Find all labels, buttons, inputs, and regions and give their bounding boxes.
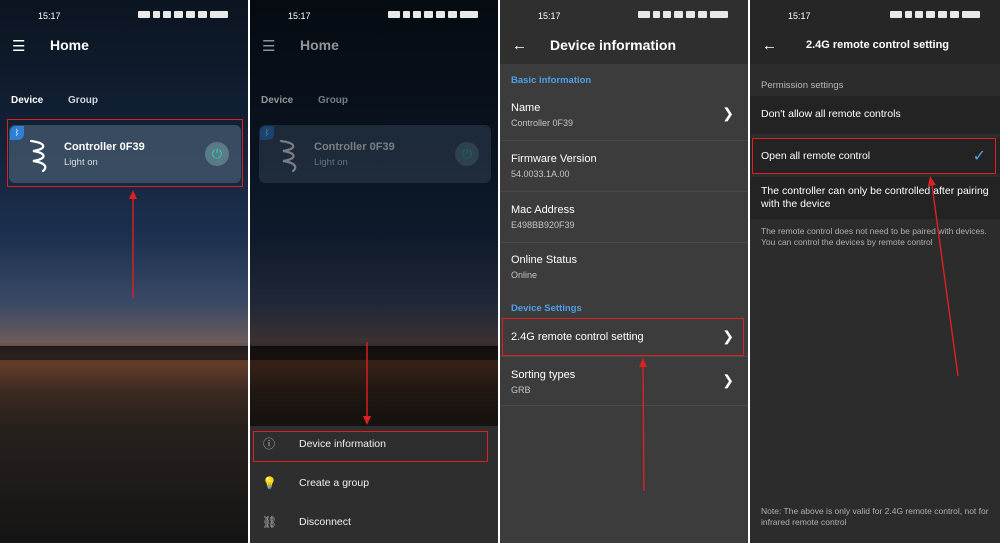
highlight-box — [7, 119, 243, 187]
status-icons — [138, 11, 228, 18]
app-header: ☰ Home — [0, 34, 248, 58]
app-header: ← Device information — [500, 34, 748, 58]
tab-bar: Device Group — [261, 95, 370, 106]
tab-bar: Device Group — [11, 95, 120, 106]
screen-home: 15:17 ☰ Home Device Group ᛒ Controller 0… — [0, 0, 248, 543]
tab-group[interactable]: Group — [68, 95, 98, 106]
menu-item-disconnect[interactable]: ⛓ Disconnect — [250, 504, 498, 542]
info-row-name[interactable]: Name Controller 0F39 ❯ — [500, 90, 748, 141]
tab-device[interactable]: Device — [261, 95, 293, 106]
status-bar: 15:17 — [250, 10, 498, 24]
footnote: Note: The above is only valid for 2.4G r… — [761, 506, 989, 527]
status-icons — [638, 11, 728, 18]
status-icons — [890, 11, 980, 18]
row-value: E498BB920F39 — [511, 220, 575, 230]
row-title: Sorting types — [511, 369, 576, 381]
row-title: Online Status — [511, 254, 578, 266]
annotation-arrow — [129, 190, 137, 298]
tab-group[interactable]: Group — [318, 95, 348, 106]
row-title: Mac Address — [511, 204, 575, 216]
status-bar: 15:17 — [0, 10, 248, 24]
status-time: 15:17 — [538, 11, 561, 21]
info-row-firmware: Firmware Version 54.0033.1A.00 — [500, 141, 748, 192]
status-time: 15:17 — [788, 11, 811, 21]
page-title: Device information — [550, 37, 677, 53]
option-disallow-all[interactable]: Don't allow all remote controls — [750, 96, 1000, 134]
row-value: Controller 0F39 — [511, 118, 574, 128]
device-card[interactable]: ᛒ Controller 0F39 Light on ⏻ — [259, 125, 491, 183]
status-time: 15:17 — [38, 11, 61, 21]
highlight-box — [253, 431, 488, 462]
chevron-right-icon: ❯ — [722, 372, 734, 388]
power-button[interactable]: ⏻ — [455, 142, 479, 166]
row-value: GRB — [511, 385, 531, 395]
page-title: 2.4G remote control setting — [806, 39, 950, 51]
device-name: Controller 0F39 — [314, 141, 395, 153]
chevron-right-icon: ❯ — [722, 105, 734, 121]
screen-home-menu: 15:17 ☰ Home Device Group ᛒ Controller 0… — [250, 0, 498, 543]
option-label: Don't allow all remote controls — [761, 108, 901, 120]
page-title: Home — [300, 37, 339, 53]
back-arrow-icon[interactable]: ← — [762, 37, 777, 54]
highlight-box — [502, 318, 744, 356]
annotation-arrow — [363, 342, 371, 425]
section-header-basic: Basic information — [511, 75, 592, 86]
led-strip-icon — [279, 139, 297, 173]
row-title: Firmware Version — [511, 153, 597, 165]
menu-item-label: Disconnect — [299, 516, 351, 528]
row-value: 54.0033.1A.00 — [511, 169, 570, 179]
lightbulb-icon: 💡 — [262, 476, 277, 490]
night-lake-background — [0, 0, 248, 543]
annotation-arrow — [928, 176, 959, 377]
screen-device-information: 15:17 ← Device information Basic informa… — [500, 0, 748, 543]
bluetooth-icon: ᛒ — [260, 126, 274, 140]
status-bar: 15:17 — [500, 10, 748, 24]
menu-item-create-group[interactable]: 💡 Create a group — [250, 465, 498, 503]
status-time: 15:17 — [288, 11, 311, 21]
unlink-icon: ⛓ — [262, 515, 278, 529]
hamburger-menu-icon[interactable]: ☰ — [262, 37, 275, 55]
page-title: Home — [50, 37, 89, 53]
status-bar: 15:17 — [750, 10, 1000, 24]
section-header-settings: Device Settings — [511, 303, 582, 314]
status-icons — [388, 11, 478, 18]
device-status: Light on — [314, 157, 348, 168]
tab-device[interactable]: Device — [11, 95, 43, 106]
back-arrow-icon[interactable]: ← — [512, 37, 527, 54]
app-header: ← 2.4G remote control setting — [750, 34, 1000, 58]
highlight-box — [752, 138, 996, 174]
row-title: Name — [511, 102, 541, 114]
app-header: ☰ Home — [250, 34, 498, 58]
option-pair-only[interactable]: The controller can only be controlled af… — [750, 177, 1000, 219]
permission-settings-label: Permission settings — [761, 80, 844, 91]
annotation-arrow — [639, 358, 647, 492]
info-row-online: Online Status Online — [500, 243, 748, 293]
screen-remote-control-setting: 15:17 ← 2.4G remote control setting Perm… — [750, 0, 1000, 543]
row-value: Online — [511, 270, 538, 280]
setting-row-sorting[interactable]: Sorting types GRB ❯ — [500, 357, 748, 406]
hamburger-menu-icon[interactable]: ☰ — [12, 37, 25, 55]
info-row-mac: Mac Address E498BB920F39 — [500, 192, 748, 243]
menu-item-label: Create a group — [299, 477, 370, 489]
